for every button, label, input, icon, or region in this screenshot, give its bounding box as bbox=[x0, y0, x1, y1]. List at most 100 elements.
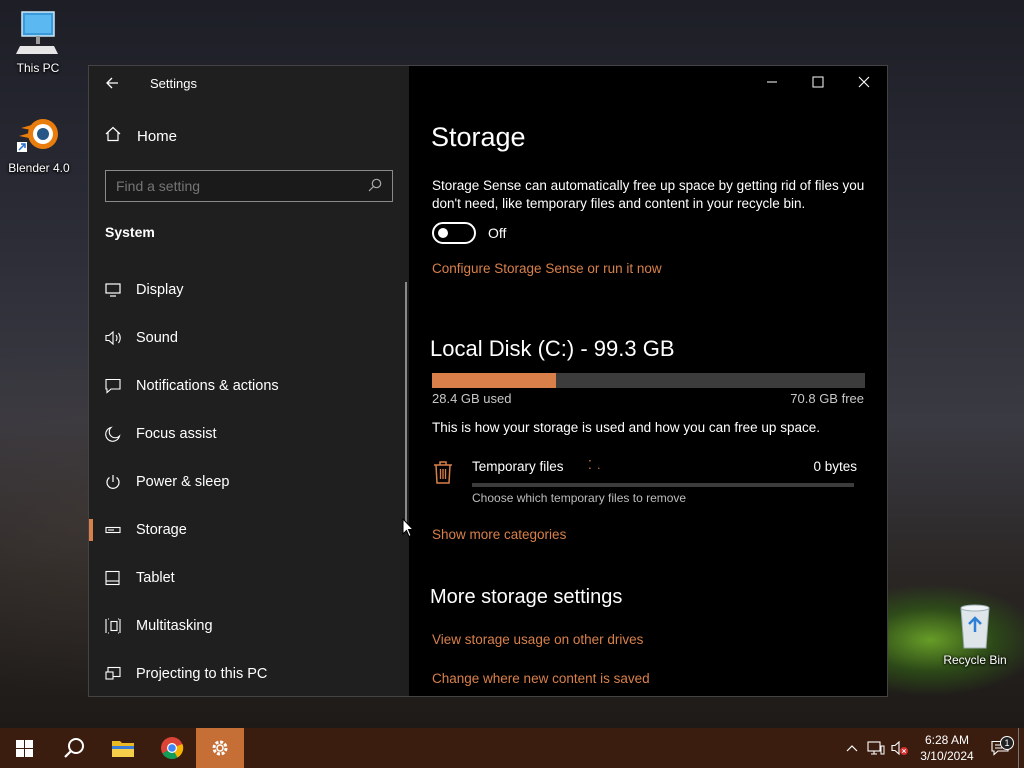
notification-count-badge: 1 bbox=[1000, 736, 1014, 750]
projector-icon bbox=[105, 666, 136, 682]
recycle-bin-icon bbox=[951, 602, 999, 650]
action-center-button[interactable]: 1 bbox=[982, 736, 1018, 756]
settings-window: Settings Home System Display bbox=[88, 65, 888, 697]
sidebar-item-label: Tablet bbox=[136, 570, 175, 586]
chrome-icon bbox=[160, 737, 183, 759]
sidebar-item-focus-assist[interactable]: Focus assist bbox=[89, 410, 409, 458]
search-icon[interactable] bbox=[368, 178, 382, 195]
start-button[interactable] bbox=[0, 728, 49, 768]
disk-usage-bar bbox=[432, 373, 865, 388]
system-tray: 6:28 AM 3/10/2024 1 bbox=[840, 728, 1024, 768]
power-icon bbox=[105, 474, 136, 490]
sidebar-item-label: Display bbox=[136, 282, 184, 298]
folder-icon bbox=[111, 741, 134, 757]
close-button[interactable] bbox=[841, 66, 887, 98]
chrome-button[interactable] bbox=[147, 728, 196, 768]
sidebar-item-label: Notifications & actions bbox=[136, 378, 279, 394]
sidebar-item-projecting[interactable]: Projecting to this PC bbox=[89, 650, 409, 698]
desktop-icon-label: Blender 4.0 bbox=[8, 161, 70, 175]
configure-storage-sense-link[interactable]: Configure Storage Sense or run it now bbox=[432, 261, 662, 276]
sidebar-item-label: Sound bbox=[136, 330, 178, 346]
desktop-icon-blender[interactable]: Blender 4.0 bbox=[1, 110, 77, 175]
category-progress-bar bbox=[472, 483, 854, 487]
gear-icon bbox=[212, 740, 228, 756]
sidebar-nav: Display Sound Notifications & actions Fo… bbox=[89, 266, 409, 698]
sidebar-item-label: Multitasking bbox=[136, 618, 213, 634]
sidebar-item-label: Storage bbox=[136, 522, 187, 538]
disk-free-text: 70.8 GB free bbox=[790, 391, 864, 406]
speaker-icon bbox=[105, 330, 136, 346]
storage-content: Storage Storage Sense can automatically … bbox=[409, 66, 887, 696]
show-hidden-icons-button[interactable] bbox=[840, 744, 864, 752]
show-more-categories-link[interactable]: Show more categories bbox=[432, 527, 566, 542]
category-size: 0 bytes bbox=[813, 459, 857, 474]
change-save-location-link[interactable]: Change where new content is saved bbox=[432, 671, 650, 686]
category-name: Temporary files bbox=[472, 459, 564, 474]
maximize-button[interactable] bbox=[795, 66, 841, 98]
disk-usage-fill bbox=[432, 373, 556, 388]
app-title: Settings bbox=[150, 75, 197, 91]
search-box[interactable] bbox=[105, 170, 393, 202]
disk-title: Local Disk (C:) - 99.3 GB bbox=[430, 336, 675, 361]
volume-muted-icon bbox=[891, 740, 908, 756]
category-subtitle: Choose which temporary files to remove bbox=[472, 491, 687, 505]
blender-icon bbox=[15, 110, 63, 158]
trash-icon bbox=[432, 460, 454, 489]
minimize-button[interactable] bbox=[749, 66, 795, 98]
sidebar-item-label: Power & sleep bbox=[136, 474, 230, 490]
network-icon bbox=[867, 741, 885, 755]
mouse-cursor-icon bbox=[402, 517, 415, 543]
sidebar-item-storage[interactable]: Storage bbox=[89, 506, 409, 554]
disk-used-text: 28.4 GB used bbox=[432, 391, 512, 406]
sidebar-item-sound[interactable]: Sound bbox=[89, 314, 409, 362]
drive-icon bbox=[105, 522, 136, 538]
maximize-icon bbox=[812, 76, 824, 88]
desktop-icon-label: This PC bbox=[16, 61, 60, 75]
desktop-icon-recycle-bin[interactable]: Recycle Bin bbox=[937, 602, 1013, 667]
view-other-drives-link[interactable]: View storage usage on other drives bbox=[432, 632, 643, 647]
file-explorer-button[interactable] bbox=[98, 728, 147, 768]
clock[interactable]: 6:28 AM 3/10/2024 bbox=[912, 732, 982, 764]
close-icon bbox=[858, 76, 870, 88]
more-storage-settings-title: More storage settings bbox=[430, 586, 623, 608]
home-nav-item[interactable]: Home bbox=[105, 126, 177, 147]
tablet-icon bbox=[105, 570, 136, 586]
chevron-up-icon bbox=[846, 745, 858, 752]
desktop-icon-label: Recycle Bin bbox=[943, 653, 1007, 667]
search-button[interactable] bbox=[49, 728, 98, 768]
sidebar-item-display[interactable]: Display bbox=[89, 266, 409, 314]
desktop-icon-this-pc[interactable]: This PC bbox=[0, 10, 76, 75]
home-icon bbox=[105, 126, 137, 147]
storage-sense-description: Storage Sense can automatically free up … bbox=[432, 178, 865, 211]
monitor-icon bbox=[105, 282, 136, 298]
back-button[interactable] bbox=[89, 66, 135, 100]
storage-info-text: This is how your storage is used and how… bbox=[432, 420, 820, 435]
clock-time: 6:28 AM bbox=[924, 733, 970, 747]
minimize-icon bbox=[767, 81, 777, 83]
home-label: Home bbox=[137, 128, 178, 145]
settings-taskbar-button[interactable] bbox=[196, 728, 244, 768]
back-arrow-icon bbox=[106, 77, 118, 89]
sidebar-item-power-sleep[interactable]: Power & sleep bbox=[89, 458, 409, 506]
section-title: System bbox=[105, 224, 155, 240]
toggle-knob bbox=[438, 228, 448, 238]
toggle-state-label: Off bbox=[488, 225, 507, 241]
notification-icon bbox=[105, 378, 136, 394]
clock-date: 3/10/2024 bbox=[920, 749, 974, 763]
sidebar-item-multitasking[interactable]: Multitasking bbox=[89, 602, 409, 650]
volume-button[interactable] bbox=[888, 740, 912, 756]
loading-spinner-icon: ⁚ . bbox=[588, 458, 602, 472]
sidebar-scrollbar[interactable] bbox=[405, 282, 407, 532]
network-button[interactable] bbox=[864, 740, 888, 756]
sidebar-item-tablet[interactable]: Tablet bbox=[89, 554, 409, 602]
sidebar-item-notifications[interactable]: Notifications & actions bbox=[89, 362, 409, 410]
storage-sense-toggle[interactable] bbox=[432, 222, 476, 244]
multitasking-icon bbox=[105, 618, 136, 634]
window-controls bbox=[749, 66, 887, 98]
sidebar-item-label: Projecting to this PC bbox=[136, 666, 268, 682]
moon-icon bbox=[105, 426, 136, 442]
category-temporary-files[interactable]: Temporary files ⁚ . 0 bytes Choose which… bbox=[432, 458, 857, 508]
windows-logo-icon bbox=[16, 739, 33, 757]
show-desktop-button[interactable] bbox=[1018, 728, 1024, 768]
search-input[interactable] bbox=[116, 178, 368, 194]
